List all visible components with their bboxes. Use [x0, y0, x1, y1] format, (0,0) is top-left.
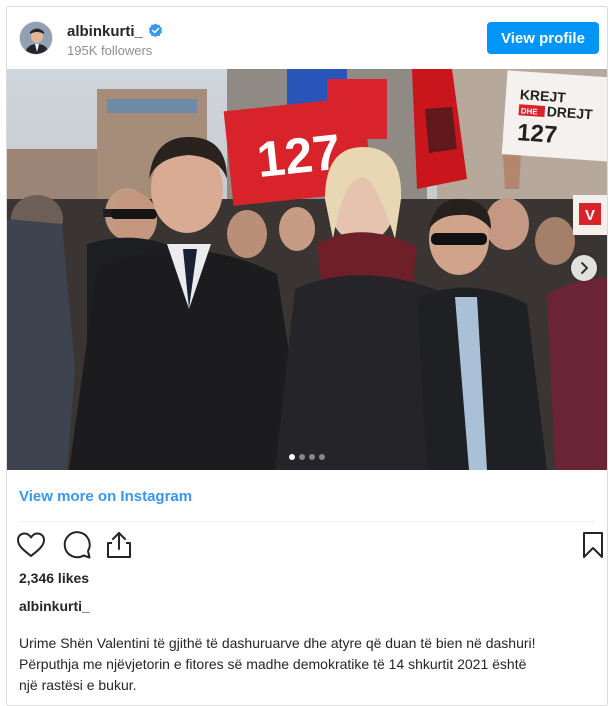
share-button[interactable] — [103, 529, 135, 561]
carousel-dot — [319, 454, 325, 460]
sign-line-drejt: DREJT — [546, 103, 593, 122]
caption-line: një rastësi e bukur. — [19, 677, 137, 693]
sign-line-number: 127 — [516, 119, 558, 149]
username-link[interactable]: albinkurti_ — [67, 23, 163, 40]
post-header: albinkurti_ 195K followers View profile — [7, 7, 607, 69]
action-bar — [15, 529, 603, 563]
post-caption: Urime Shën Valentini të gjithë të dashur… — [19, 633, 599, 696]
like-button[interactable] — [15, 529, 47, 561]
view-more-on-instagram-link[interactable]: View more on Instagram — [19, 488, 192, 505]
rally-photo: 127 KREJT DHE DREJT 127 V — [7, 69, 607, 470]
carousel-dot — [299, 454, 305, 460]
small-sign-letter: V — [585, 207, 595, 224]
follower-count: 195K followers — [67, 43, 153, 58]
post-photo[interactable]: 127 KREJT DHE DREJT 127 V — [7, 69, 607, 470]
carousel-dot — [289, 454, 295, 460]
instagram-embed-card: albinkurti_ 195K followers View profile — [6, 6, 608, 706]
bookmark-icon — [583, 532, 603, 558]
carousel-next-button[interactable] — [571, 255, 597, 281]
carousel-indicator — [289, 447, 329, 460]
save-button[interactable] — [577, 529, 607, 561]
avatar-image — [20, 22, 52, 54]
share-icon — [107, 532, 131, 558]
comment-button[interactable] — [61, 529, 93, 561]
comment-icon — [63, 531, 91, 559]
verified-badge-icon — [148, 23, 162, 38]
chevron-right-icon — [581, 262, 588, 274]
caption-username[interactable]: albinkurti_ — [19, 598, 90, 614]
heart-icon — [17, 532, 45, 557]
username-text[interactable]: albinkurti_ — [67, 23, 143, 40]
divider — [19, 521, 595, 522]
profile-avatar[interactable] — [19, 21, 53, 55]
caption-line: Përputhja me njëvjetorin e fitores së ma… — [19, 656, 527, 672]
caption-line: Urime Shën Valentini të gjithë të dashur… — [19, 635, 536, 651]
likes-count[interactable]: 2,346 likes — [19, 570, 89, 586]
view-profile-button[interactable]: View profile — [487, 22, 599, 54]
carousel-dot — [309, 454, 315, 460]
sign-line-dhe: DHE — [520, 106, 538, 116]
sign-line-krejt: KREJT — [519, 86, 566, 105]
